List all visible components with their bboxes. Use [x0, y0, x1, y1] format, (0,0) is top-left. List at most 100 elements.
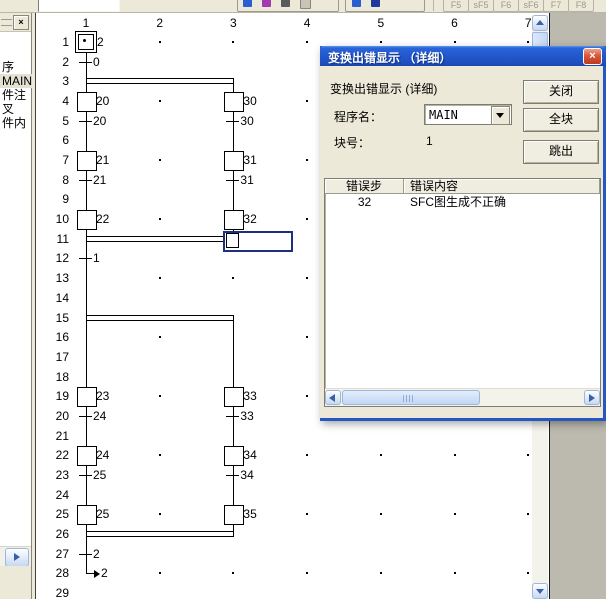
- sfc-step[interactable]: [77, 151, 97, 171]
- sfc-step[interactable]: [77, 446, 97, 466]
- arrow-right-icon: [14, 553, 20, 561]
- grid-dot: [232, 41, 234, 43]
- grid-dot: [454, 454, 456, 456]
- sfc-jump-label: 2: [101, 567, 108, 579]
- error-step-cell: 32: [325, 194, 404, 210]
- grid-dot: [306, 454, 308, 456]
- tree-item-3[interactable]: 叉: [0, 102, 33, 116]
- sfc-step[interactable]: [224, 210, 244, 230]
- thumb-grip-icon: [403, 395, 413, 402]
- combobox-dropdown-button[interactable]: [491, 106, 510, 125]
- sfc-transition[interactable]: [79, 180, 92, 181]
- grid-dot: [159, 572, 161, 574]
- fkey-button-F7[interactable]: F7: [543, 0, 569, 12]
- list-scroll-left-button[interactable]: [325, 390, 341, 405]
- sfc-transition[interactable]: [79, 416, 92, 417]
- sfc-transition-label: 24: [93, 410, 106, 422]
- row-number: 29: [43, 586, 69, 599]
- grid-dot: [159, 395, 161, 397]
- sfc-transition[interactable]: [79, 475, 92, 476]
- sfc-step[interactable]: [224, 387, 244, 407]
- error-list-hscrollbar[interactable]: [325, 388, 600, 406]
- fkey-button-sF6[interactable]: sF6: [518, 0, 544, 12]
- sfc-step[interactable]: [77, 210, 97, 230]
- sfc-parallel-line: [86, 236, 226, 242]
- sfc-step[interactable]: [77, 92, 97, 112]
- sfc-parallel-line: [86, 531, 234, 537]
- sfc-transition[interactable]: [79, 121, 92, 122]
- row-number: 16: [43, 330, 69, 344]
- sfc-step[interactable]: [224, 446, 244, 466]
- fkey-button-sF5[interactable]: sF5: [468, 0, 494, 12]
- app-window: F5sF5F6sF6F7F8 × 序MAIN件注叉件内 1234567 1234…: [0, 0, 606, 599]
- sfc-transition-label: 2: [93, 548, 100, 560]
- toolbar-icon-6[interactable]: [371, 0, 380, 7]
- column-number: 5: [371, 16, 391, 30]
- scroll-up-button[interactable]: [532, 15, 548, 31]
- toolbar-icon-4[interactable]: [300, 0, 311, 9]
- sfc-transition[interactable]: [226, 416, 239, 417]
- sfc-step-label: 32: [243, 213, 256, 225]
- tree-item-1[interactable]: MAIN: [0, 74, 33, 88]
- sfc-step[interactable]: [77, 505, 97, 525]
- close-dialog-button[interactable]: 关闭: [523, 80, 599, 104]
- arrow-up-icon: [536, 20, 544, 25]
- initial-step-inner-box: [78, 34, 94, 50]
- panel-grip-icon: [1, 19, 12, 26]
- tree-item-0[interactable]: 序: [0, 60, 33, 74]
- conversion-error-dialog: 变换出错显示 （详细） × 变换出错显示 (详细) 程序名： MAIN 块号： …: [320, 46, 606, 421]
- toolbar-icon-1[interactable]: [243, 0, 252, 7]
- edit-cursor[interactable]: [223, 231, 293, 252]
- grid-dot: [380, 572, 382, 574]
- jump-arrow-icon: [94, 570, 100, 578]
- toolbar-icon-5[interactable]: [352, 0, 361, 7]
- sfc-transition[interactable]: [226, 180, 239, 181]
- row-number: 28: [43, 566, 69, 580]
- fkey-button-F6[interactable]: F6: [493, 0, 519, 12]
- sfc-transition[interactable]: [79, 554, 92, 555]
- sfc-step[interactable]: [224, 92, 244, 112]
- toolbar-icon-3[interactable]: [281, 0, 290, 7]
- project-tree-panel: × 序MAIN件注叉件内: [0, 13, 32, 599]
- sfc-step-label: 34: [243, 449, 256, 461]
- dialog-titlebar[interactable]: 变换出错显示 （详细） ×: [320, 46, 606, 66]
- sfc-transition[interactable]: [226, 121, 239, 122]
- row-number: 25: [43, 507, 69, 521]
- jump-out-button[interactable]: 跳出: [523, 140, 599, 164]
- sfc-transition[interactable]: [79, 258, 92, 259]
- sfc-step[interactable]: [224, 505, 244, 525]
- sfc-initial-step[interactable]: [75, 31, 97, 53]
- dialog-body: 变换出错显示 (详细) 程序名： MAIN 块号： 1 关闭全块跳出 错误步 错…: [320, 66, 600, 418]
- error-table-row[interactable]: 32SFC图生成不正确: [325, 194, 600, 210]
- sfc-parallel-line: [86, 78, 234, 84]
- sfc-step[interactable]: [224, 151, 244, 171]
- sfc-transition[interactable]: [79, 62, 92, 63]
- toolbar-combo-fragment[interactable]: [38, 0, 120, 12]
- list-hscroll-thumb[interactable]: [342, 390, 480, 405]
- all-blocks-button[interactable]: 全块: [523, 108, 599, 132]
- column-number: 2: [150, 16, 170, 30]
- dialog-close-button[interactable]: ×: [583, 48, 602, 65]
- sfc-transition[interactable]: [226, 475, 239, 476]
- error-content-column-header[interactable]: 错误内容: [404, 179, 600, 194]
- grid-dot: [159, 41, 161, 43]
- dialog-heading: 变换出错显示 (详细): [330, 80, 437, 97]
- fkey-button-F5[interactable]: F5: [443, 0, 469, 12]
- grid-dot: [232, 277, 234, 279]
- toolbar-icon-2[interactable]: [262, 0, 271, 7]
- sfc-step-label: 25: [96, 508, 109, 520]
- scroll-down-button[interactable]: [532, 583, 548, 599]
- grid-dot: [159, 159, 161, 161]
- list-scroll-right-button[interactable]: [584, 390, 600, 405]
- program-name-combobox[interactable]: MAIN: [424, 104, 512, 125]
- sfc-step[interactable]: [77, 387, 97, 407]
- fkey-button-F8[interactable]: F8: [568, 0, 594, 12]
- panel-scroll-right-button[interactable]: [5, 548, 29, 567]
- panel-hscrollbar[interactable]: [0, 546, 31, 567]
- tree-item-2[interactable]: 件注: [0, 88, 33, 102]
- grid-dot: [159, 513, 161, 515]
- panel-close-button[interactable]: ×: [13, 15, 29, 30]
- error-step-column-header[interactable]: 错误步: [325, 179, 404, 194]
- grid-dot: [454, 572, 456, 574]
- tree-item-4[interactable]: 件内: [0, 116, 33, 130]
